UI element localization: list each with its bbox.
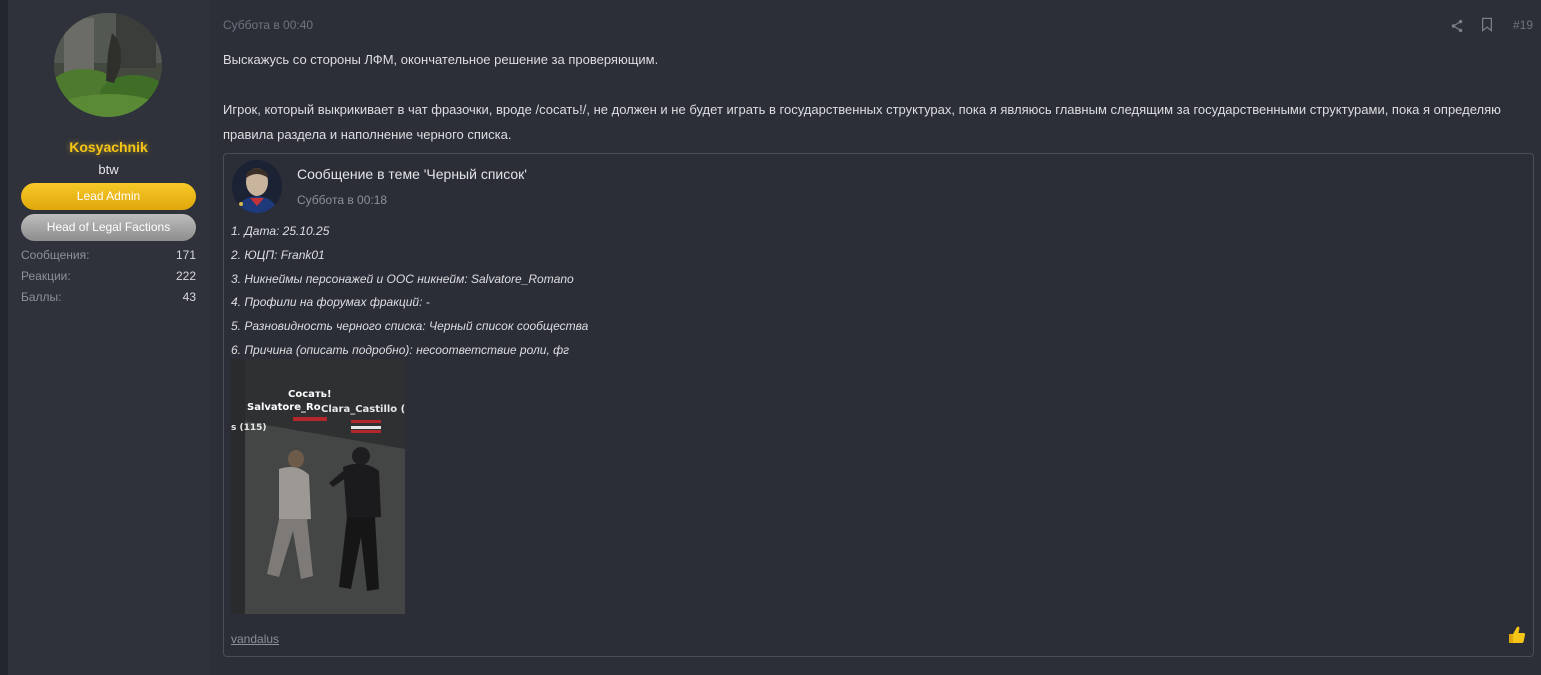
bookmark-icon[interactable] — [1480, 17, 1496, 33]
post-edge — [0, 0, 8, 675]
stat-value[interactable]: 171 — [176, 248, 196, 262]
quote-body: 1. Дата: 25.10.25 2. ЮЦП: Frank01 3. Ник… — [231, 220, 1431, 363]
quote-line: 3. Никнеймы персонажей и ООС никнейм: Sa… — [231, 271, 574, 286]
quote-author-avatar[interactable] — [232, 160, 282, 213]
quote-line: 6. Причина (описать подробно): несоответ… — [231, 342, 570, 357]
player-nametag-right: Clara_Castillo (9 — [321, 404, 405, 415]
user-avatar[interactable] — [54, 13, 162, 117]
post-paragraph: Выскажусь со стороны ЛФМ, окончательное … — [223, 52, 659, 67]
forum-post: Kosyachnik btw Lead Admin Head of Legal … — [0, 0, 1541, 675]
stat-value[interactable]: 222 — [176, 269, 196, 283]
stat-reactions: Реакции: 222 — [21, 269, 196, 287]
post-number[interactable]: #19 — [1513, 18, 1533, 32]
quote-date[interactable]: Суббота в 00:18 — [297, 193, 387, 207]
quote-author-link[interactable]: vandalus — [231, 632, 279, 646]
post-date[interactable]: Суббота в 00:40 — [223, 18, 313, 32]
stat-label: Баллы: — [21, 290, 62, 304]
quote-avatar-image — [232, 160, 282, 213]
thumbs-up-icon[interactable] — [1507, 625, 1527, 645]
share-icon[interactable] — [1450, 18, 1466, 34]
player-hp-left: s (115) — [231, 423, 267, 433]
evidence-screenshot-image: Сосать! Salvatore_Ro Clara_Castillo (9 s… — [231, 359, 405, 614]
stat-label: Сообщения: — [21, 248, 90, 262]
chat-bubble-text: Сосать! — [288, 389, 332, 400]
stat-messages: Сообщения: 171 — [21, 248, 196, 266]
head-legal-factions-banner: Head of Legal Factions — [21, 214, 196, 241]
evidence-screenshot[interactable]: Сосать! Salvatore_Ro Clara_Castillo (9 s… — [231, 359, 405, 614]
lead-admin-banner: Lead Admin — [21, 183, 196, 210]
player-nametag-left: Salvatore_Ro — [247, 402, 321, 413]
quote-line: 5. Разновидность черного списка: Черный … — [231, 319, 589, 334]
stat-label: Реакции: — [21, 269, 71, 283]
username[interactable]: Kosyachnik — [0, 139, 217, 155]
quote-block: Сообщение в теме 'Черный список' Суббота… — [223, 153, 1534, 657]
stat-value[interactable]: 43 — [183, 290, 196, 304]
quote-line: 4. Профили на форумах фракций: - — [231, 295, 430, 310]
quote-line: 1. Дата: 25.10.25 — [231, 224, 330, 238]
quote-title[interactable]: Сообщение в теме 'Черный список' — [297, 166, 527, 182]
post-paragraph: Игрок, который выкрикивает в чат фразочк… — [223, 102, 1501, 142]
quote-line: 2. ЮЦП: Frank01 — [231, 247, 325, 262]
avatar-image — [54, 13, 162, 117]
user-title: btw — [98, 162, 119, 177]
stat-points: Баллы: 43 — [21, 290, 196, 308]
